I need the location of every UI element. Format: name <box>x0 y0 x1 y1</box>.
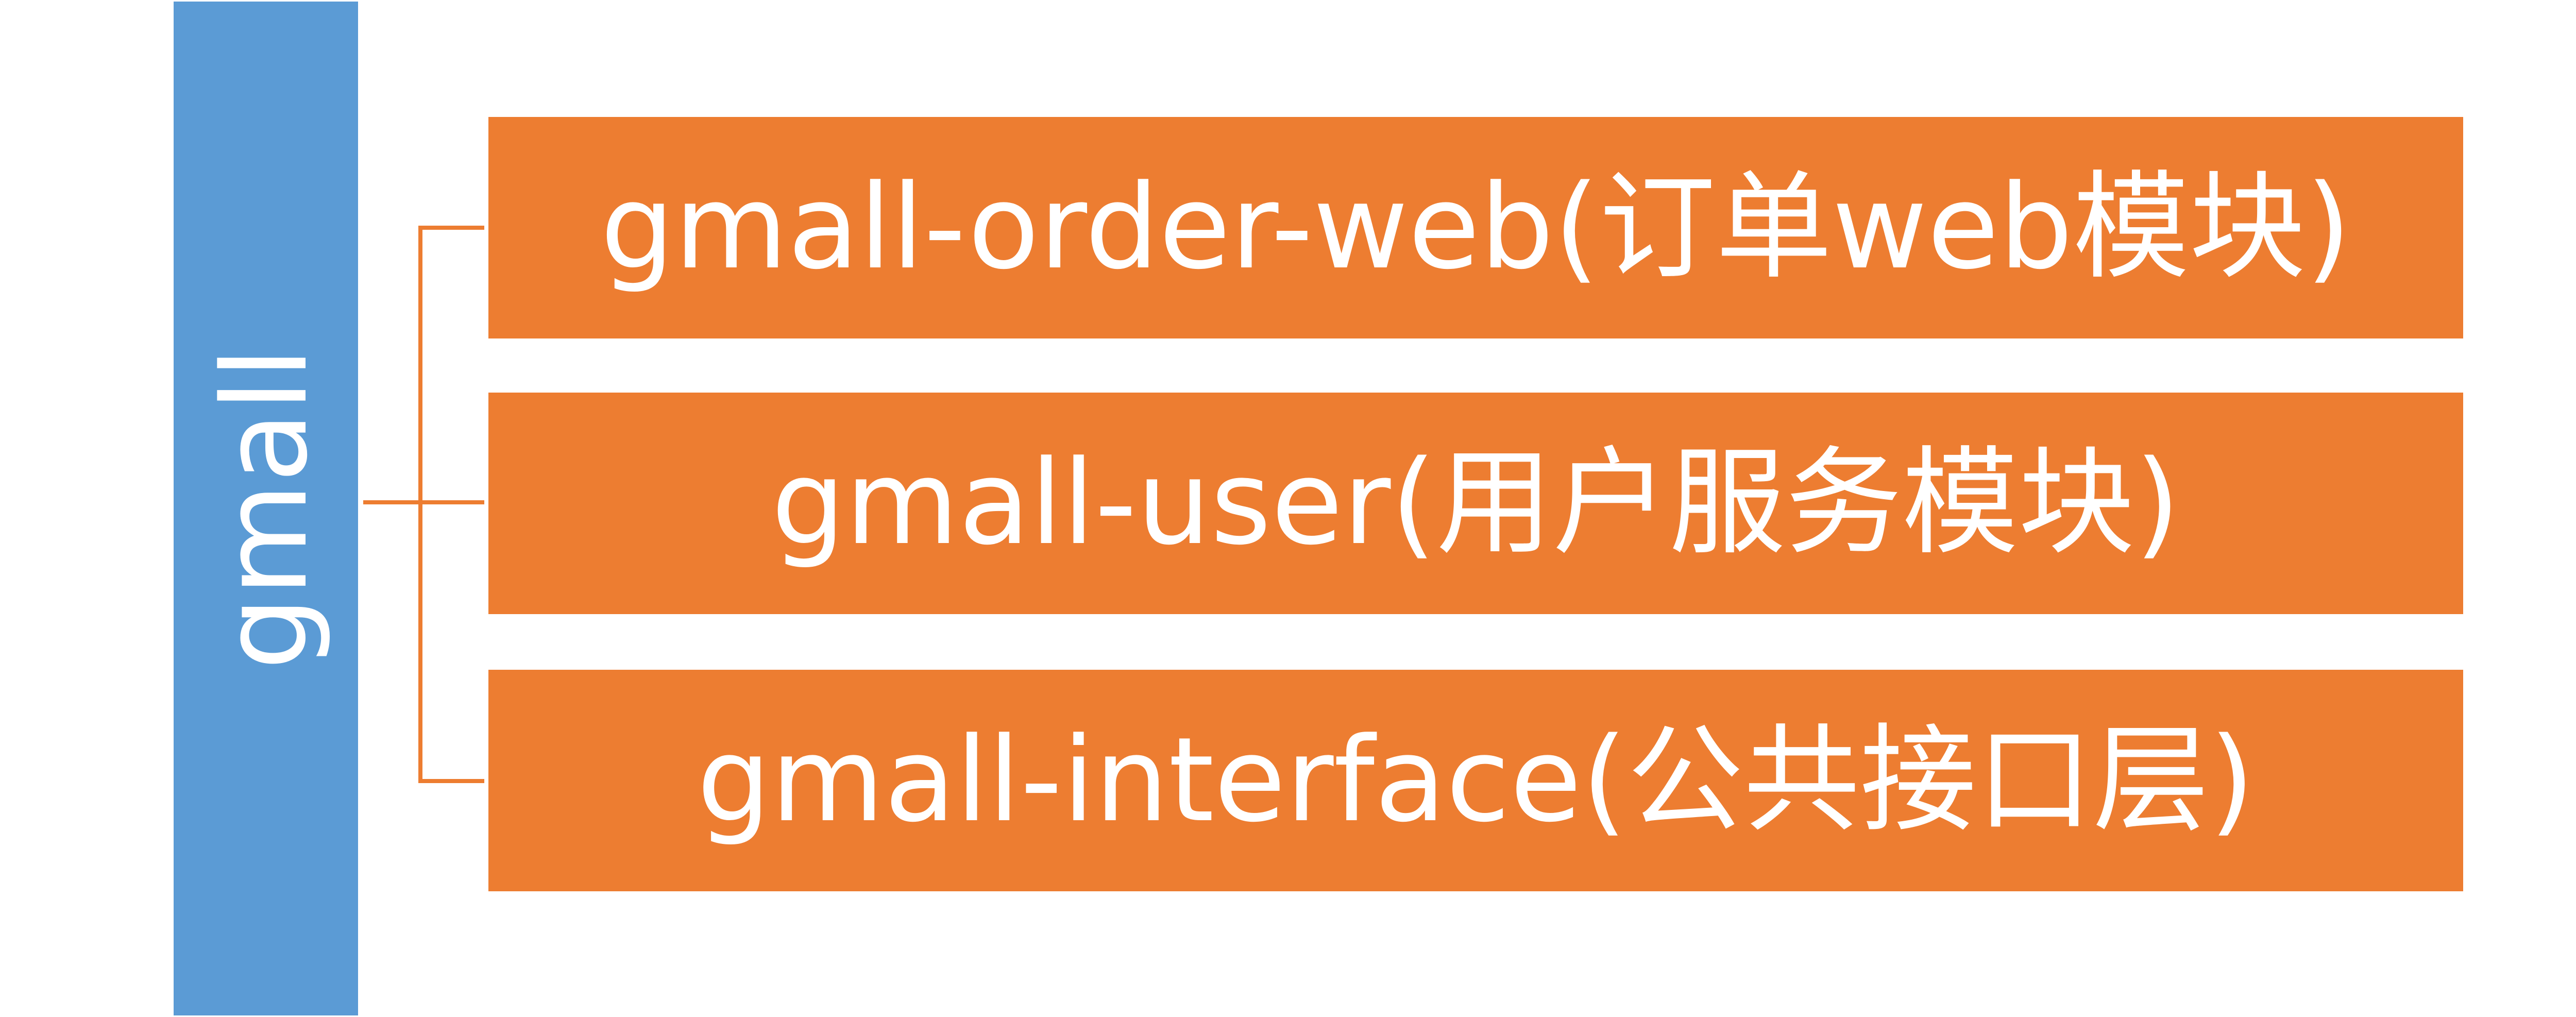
root-node: gmall <box>174 2 358 1015</box>
connector-bottom-branch <box>418 779 484 783</box>
module-interface-label: gmall-interface(公共接口层) <box>697 713 2255 848</box>
module-order-web: gmall-order-web(订单web模块) <box>488 117 2463 338</box>
module-interface: gmall-interface(公共接口层) <box>488 670 2463 891</box>
connector-top-branch <box>418 226 484 230</box>
connector-vertical <box>418 226 422 783</box>
root-label: gmall <box>198 347 333 670</box>
module-user-label: gmall-user(用户服务模块) <box>771 435 2180 571</box>
module-user: gmall-user(用户服务模块) <box>488 393 2463 614</box>
module-order-web-label: gmall-order-web(订单web模块) <box>600 160 2351 295</box>
connector-stem <box>363 500 484 504</box>
